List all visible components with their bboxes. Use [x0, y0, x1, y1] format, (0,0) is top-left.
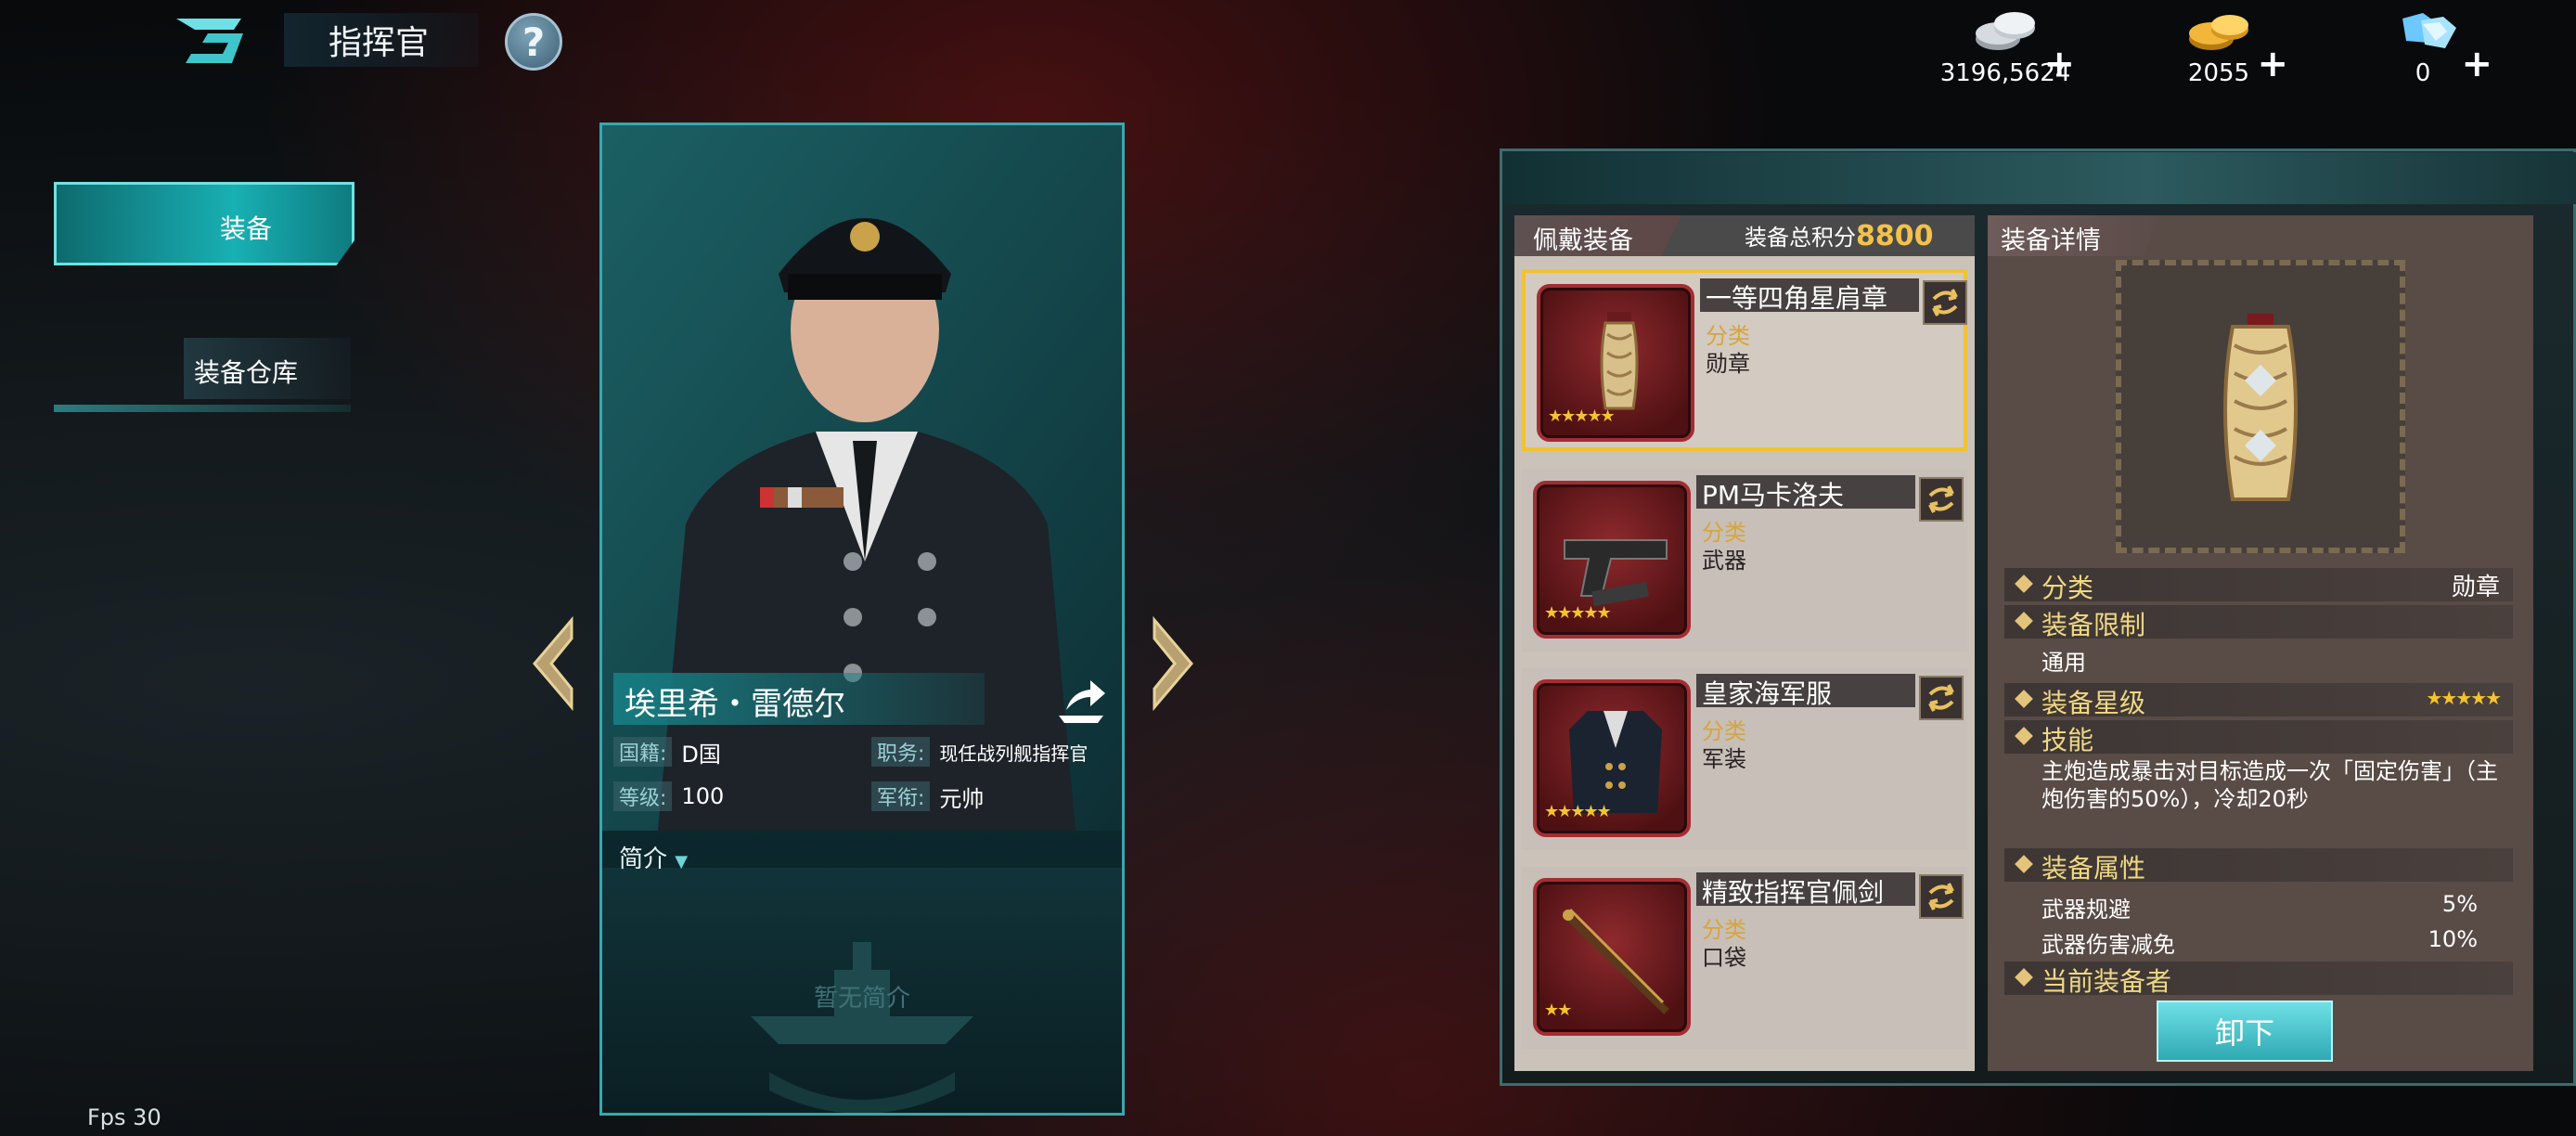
position-value: 现任战列舰指挥官 [939, 742, 1088, 765]
equipment-item-pistol[interactable]: ★★★★★ PM马卡洛夫 分类 武器 [1522, 470, 1967, 652]
diamond-counter[interactable]: 0 + [2353, 6, 2492, 91]
position-key: 职务: [871, 737, 931, 767]
previous-commander-arrow[interactable] [525, 613, 581, 715]
detail-limit-value: 通用 [2041, 650, 2086, 676]
nationality-value: D国 [681, 741, 721, 768]
equipment-item-epaulette[interactable]: ★★★★★ 一等四角星肩章 分类 勋章 [1522, 269, 1967, 451]
unequip-button[interactable]: 卸下 [2157, 1000, 2333, 1062]
attr-value: 5% [2441, 891, 2478, 917]
swap-button[interactable] [1919, 477, 1964, 522]
level-key: 等级: [613, 781, 673, 811]
detail-category-value: 勋章 [2451, 574, 2500, 601]
item-name: 精致指挥官佩剑 [1702, 877, 1885, 908]
item-category-value: 口袋 [1702, 945, 1746, 971]
nationality-row: 国籍: D国 [613, 736, 721, 768]
level-row: 等级: 100 [613, 781, 724, 812]
attr-name: 武器规避 [2041, 897, 2131, 923]
item-stars: ★★ [1544, 1000, 1572, 1020]
fps-counter: Fps 30 [87, 1104, 161, 1130]
commander-card: 埃里希・雷德尔 国籍: D国 职务: 现任战列舰指挥官 等级: 100 军衔: … [599, 123, 1125, 1116]
add-gold-icon[interactable]: + [2257, 43, 2288, 85]
item-category-value: 武器 [1702, 548, 1746, 574]
add-diamond-icon[interactable]: + [2461, 43, 2492, 85]
swap-icon [1928, 485, 1954, 513]
nav-equip-label: 装备 [219, 213, 272, 244]
detail-holder-row: 当前装备者 [2004, 962, 2513, 997]
silver-coins-icon [1976, 12, 2035, 50]
commander-portrait [602, 125, 1122, 831]
gold-coin-counter[interactable]: 2055 + [2149, 6, 2288, 91]
detail-star-value: ★★★★★ [2426, 687, 2502, 709]
epaulette-icon [2223, 314, 2298, 501]
diamond-value: 0 [2415, 59, 2431, 87]
swap-icon [1928, 684, 1954, 712]
intro-empty-text: 暂无简介 [813, 985, 910, 1013]
item-stars: ★★★★★ [1544, 603, 1612, 623]
detail-skill-row: 技能 [2004, 720, 2513, 755]
share-icon[interactable] [1053, 675, 1109, 727]
ship-emblem-icon [751, 942, 973, 1113]
commander-name: 埃里希・雷德尔 [613, 673, 985, 725]
nav-equip-tab[interactable]: 装备 [54, 182, 354, 265]
detail-skill-key: 技能 [2041, 725, 2094, 755]
detail-star-row: 装备星级 ★★★★★ [2004, 683, 2513, 718]
item-category-value: 军装 [1702, 746, 1746, 772]
nav-storehouse-label: 装备仓库 [193, 357, 298, 388]
equipment-item-sword[interactable]: ★★ 精致指挥官佩剑 分类 口袋 [1522, 867, 1967, 1049]
page-title: 指挥官 [284, 13, 479, 67]
equipment-panel-header [1503, 152, 2576, 204]
swap-icon [1932, 289, 1958, 316]
item-name: 皇家海军服 [1702, 678, 1833, 709]
attr-name: 武器伤害减免 [2041, 932, 2175, 958]
rank-row: 军衔: 元帅 [871, 781, 984, 812]
level-value: 100 [681, 783, 725, 809]
attr-row: 武器规避 5% [2041, 891, 2478, 923]
nationality-key: 国籍: [613, 737, 673, 767]
attr-value: 10% [2428, 926, 2478, 952]
next-commander-arrow[interactable] [1145, 613, 1201, 715]
nav-storehouse-underline [54, 405, 351, 412]
item-stars: ★★★★★ [1548, 407, 1616, 426]
equipment-detail-title: 装备详情 [1988, 215, 2164, 256]
item-stars: ★★★★★ [1544, 802, 1612, 821]
item-category-value: 勋章 [1706, 351, 1750, 377]
swap-icon [1928, 883, 1954, 910]
intro-label: 简介 [619, 846, 668, 873]
swap-button[interactable] [1919, 874, 1964, 919]
detail-holder-key: 当前装备者 [2041, 966, 2172, 997]
chevron-down-icon: ▼ [675, 852, 689, 871]
rank-value: 元帅 [939, 785, 985, 812]
swap-button[interactable] [1919, 676, 1964, 720]
intro-toggle[interactable]: 简介 ▼ [619, 840, 688, 874]
total-score: 装备总积分8800 [1745, 219, 1934, 252]
add-silver-icon[interactable]: + [2043, 43, 2075, 85]
help-button[interactable]: ? [505, 13, 562, 71]
gold-coin-value: 2055 [2187, 59, 2250, 87]
detail-limit-key: 装备限制 [2041, 610, 2146, 640]
rank-key: 军衔: [871, 781, 931, 811]
worn-equipment-title: 佩戴装备 [1514, 215, 1681, 256]
swap-button[interactable] [1923, 280, 1967, 325]
detail-limit-row: 装备限制 [2004, 605, 2513, 640]
item-name: 一等四角星肩章 [1706, 283, 1888, 314]
total-score-label: 装备总积分 [1745, 225, 1856, 251]
nav-storehouse-tab[interactable]: 装备仓库 [54, 329, 354, 412]
diamond-icon [2402, 13, 2456, 48]
detail-star-key: 装备星级 [2041, 688, 2146, 718]
detail-category-key: 分类 [2041, 573, 2094, 603]
silver-coin-counter[interactable]: 3196,5624 + [1936, 6, 2075, 91]
total-score-value: 8800 [1856, 220, 1934, 252]
game-logo [176, 19, 243, 63]
attr-row: 武器伤害减免 10% [2041, 926, 2478, 959]
detail-attr-key: 装备属性 [2041, 853, 2146, 884]
equipment-item-uniform[interactable]: ★★★★★ 皇家海军服 分类 军装 [1522, 668, 1967, 850]
gold-coins-icon [2189, 15, 2248, 50]
detail-skill-text: 主炮造成暴击对目标造成一次「固定伤害」（主炮伤害的50%），冷却20秒 [2041, 758, 2498, 812]
detail-category-row: 分类 勋章 [2004, 568, 2513, 603]
detail-attr-row: 装备属性 [2004, 848, 2513, 884]
item-name: PM马卡洛夫 [1702, 480, 1845, 510]
position-row: 职务: 现任战列舰指挥官 [871, 736, 1088, 768]
